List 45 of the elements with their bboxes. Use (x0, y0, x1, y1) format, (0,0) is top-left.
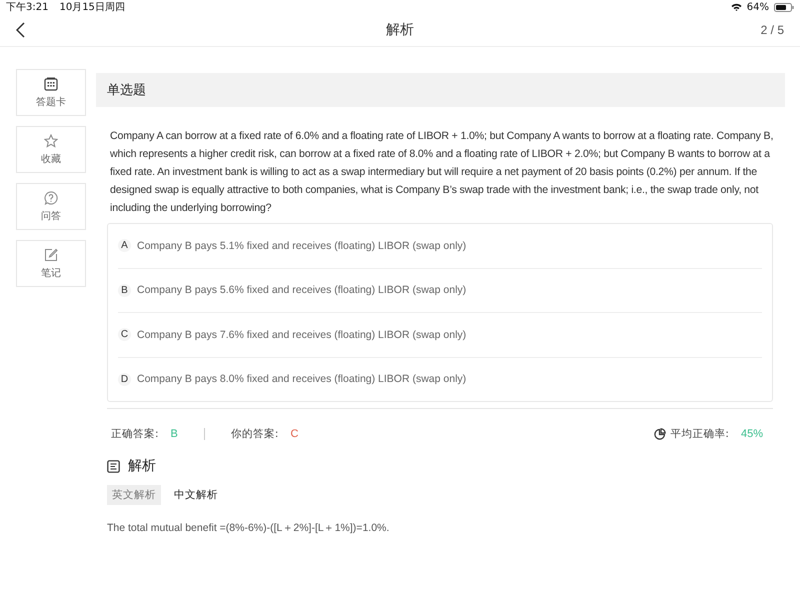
answer-value: B (170, 428, 178, 440)
sidebar-label: 答题卡 (36, 96, 66, 108)
status-date: 10月15日周四 (59, 1, 125, 14)
accuracy-label: 平均正确率: (670, 427, 729, 441)
page-title: 解析 (386, 21, 414, 39)
answer-value: C (290, 428, 298, 440)
option-text: Company B pays 7.6% fixed and receives (floating) LIBOR (swap only) (137, 328, 466, 341)
battery-percent: 64% (746, 2, 769, 12)
analysis-heading: 解析 (128, 457, 156, 475)
option-text: Company B pays 8.0% fixed and receives (floating) LIBOR (swap only) (137, 373, 466, 386)
sidebar-item[interactable]: 问答 (16, 183, 86, 230)
sidebar-label: 笔记 (41, 266, 61, 280)
sidebar-label: 问答 (41, 210, 61, 222)
question-bubble-icon (44, 190, 58, 204)
sidebar-label: 收藏 (41, 152, 61, 166)
question-type: 单选题 (107, 82, 146, 99)
analysis-text: The total mutual benefit =(8%-6%)-([L＋2%]-[L＋1%])=1.0%. (107, 521, 390, 535)
edit-icon (44, 248, 58, 262)
option-row[interactable]: A Company B pays 5.1% fixed and receives (floating) LIBOR (swap only) (118, 224, 762, 268)
battery-icon (774, 2, 794, 12)
back-icon[interactable] (16, 22, 25, 38)
analysis-tab[interactable]: 英文解析 (107, 485, 161, 505)
option-text: Company B pays 5.6% fixed and receives (floating) LIBOR (swap only) (137, 284, 466, 296)
option-letter: D (118, 372, 131, 386)
status-time: 下午3:21 (6, 1, 48, 14)
document-icon (107, 460, 120, 472)
sidebar-item[interactable]: 笔记 (16, 240, 86, 287)
answer-label: 你的答案: (230, 427, 278, 441)
sidebar-item[interactable]: 收藏 (16, 126, 86, 173)
grid-icon (44, 76, 58, 90)
option-row[interactable]: B Company B pays 5.6% fixed and receives (floating) LIBOR (swap only) (118, 268, 762, 313)
accuracy-value: 45% (740, 428, 763, 440)
answer-label: 正确答案: (111, 427, 159, 441)
question-text: Company A can borrow at a fixed rate of 6.0% and a floating rate of LIBOR + 1.0%; but Company A wants to borrow at a floating rate. Company B, which represents a higher credit risk, can borrow at a fixed rate of 8.0% and a floating rate of LIBOR + 2.0%; but Company B wants to borrow at a fixed rate. An investment bank is willing to act as a swap intermediary but will require a net payment of 20 basis points (0.2%) per annum. If the designed swap is equally attractive to both companies, what is Company B’s swap trade with the investment bank; i.e., the swap trade only, not including the underlying borrowing? (110, 129, 774, 216)
option-row[interactable]: C Company B pays 7.6% fixed and receives (floating) LIBOR (swap only) (118, 313, 762, 358)
wifi-icon (730, 3, 742, 11)
pie-chart-icon (654, 428, 666, 440)
option-row[interactable]: D Company B pays 8.0% fixed and receives (floating) LIBOR (swap only) (118, 358, 762, 401)
option-letter: C (118, 328, 131, 342)
star-icon (44, 134, 58, 148)
option-letter: A (118, 239, 131, 252)
option-text: Company B pays 5.1% fixed and receives (floating) LIBOR (swap only) (137, 240, 466, 252)
sidebar-item[interactable]: 答题卡 (16, 69, 86, 116)
analysis-tab[interactable]: 中文解析 (169, 485, 223, 505)
option-letter: B (118, 284, 131, 297)
